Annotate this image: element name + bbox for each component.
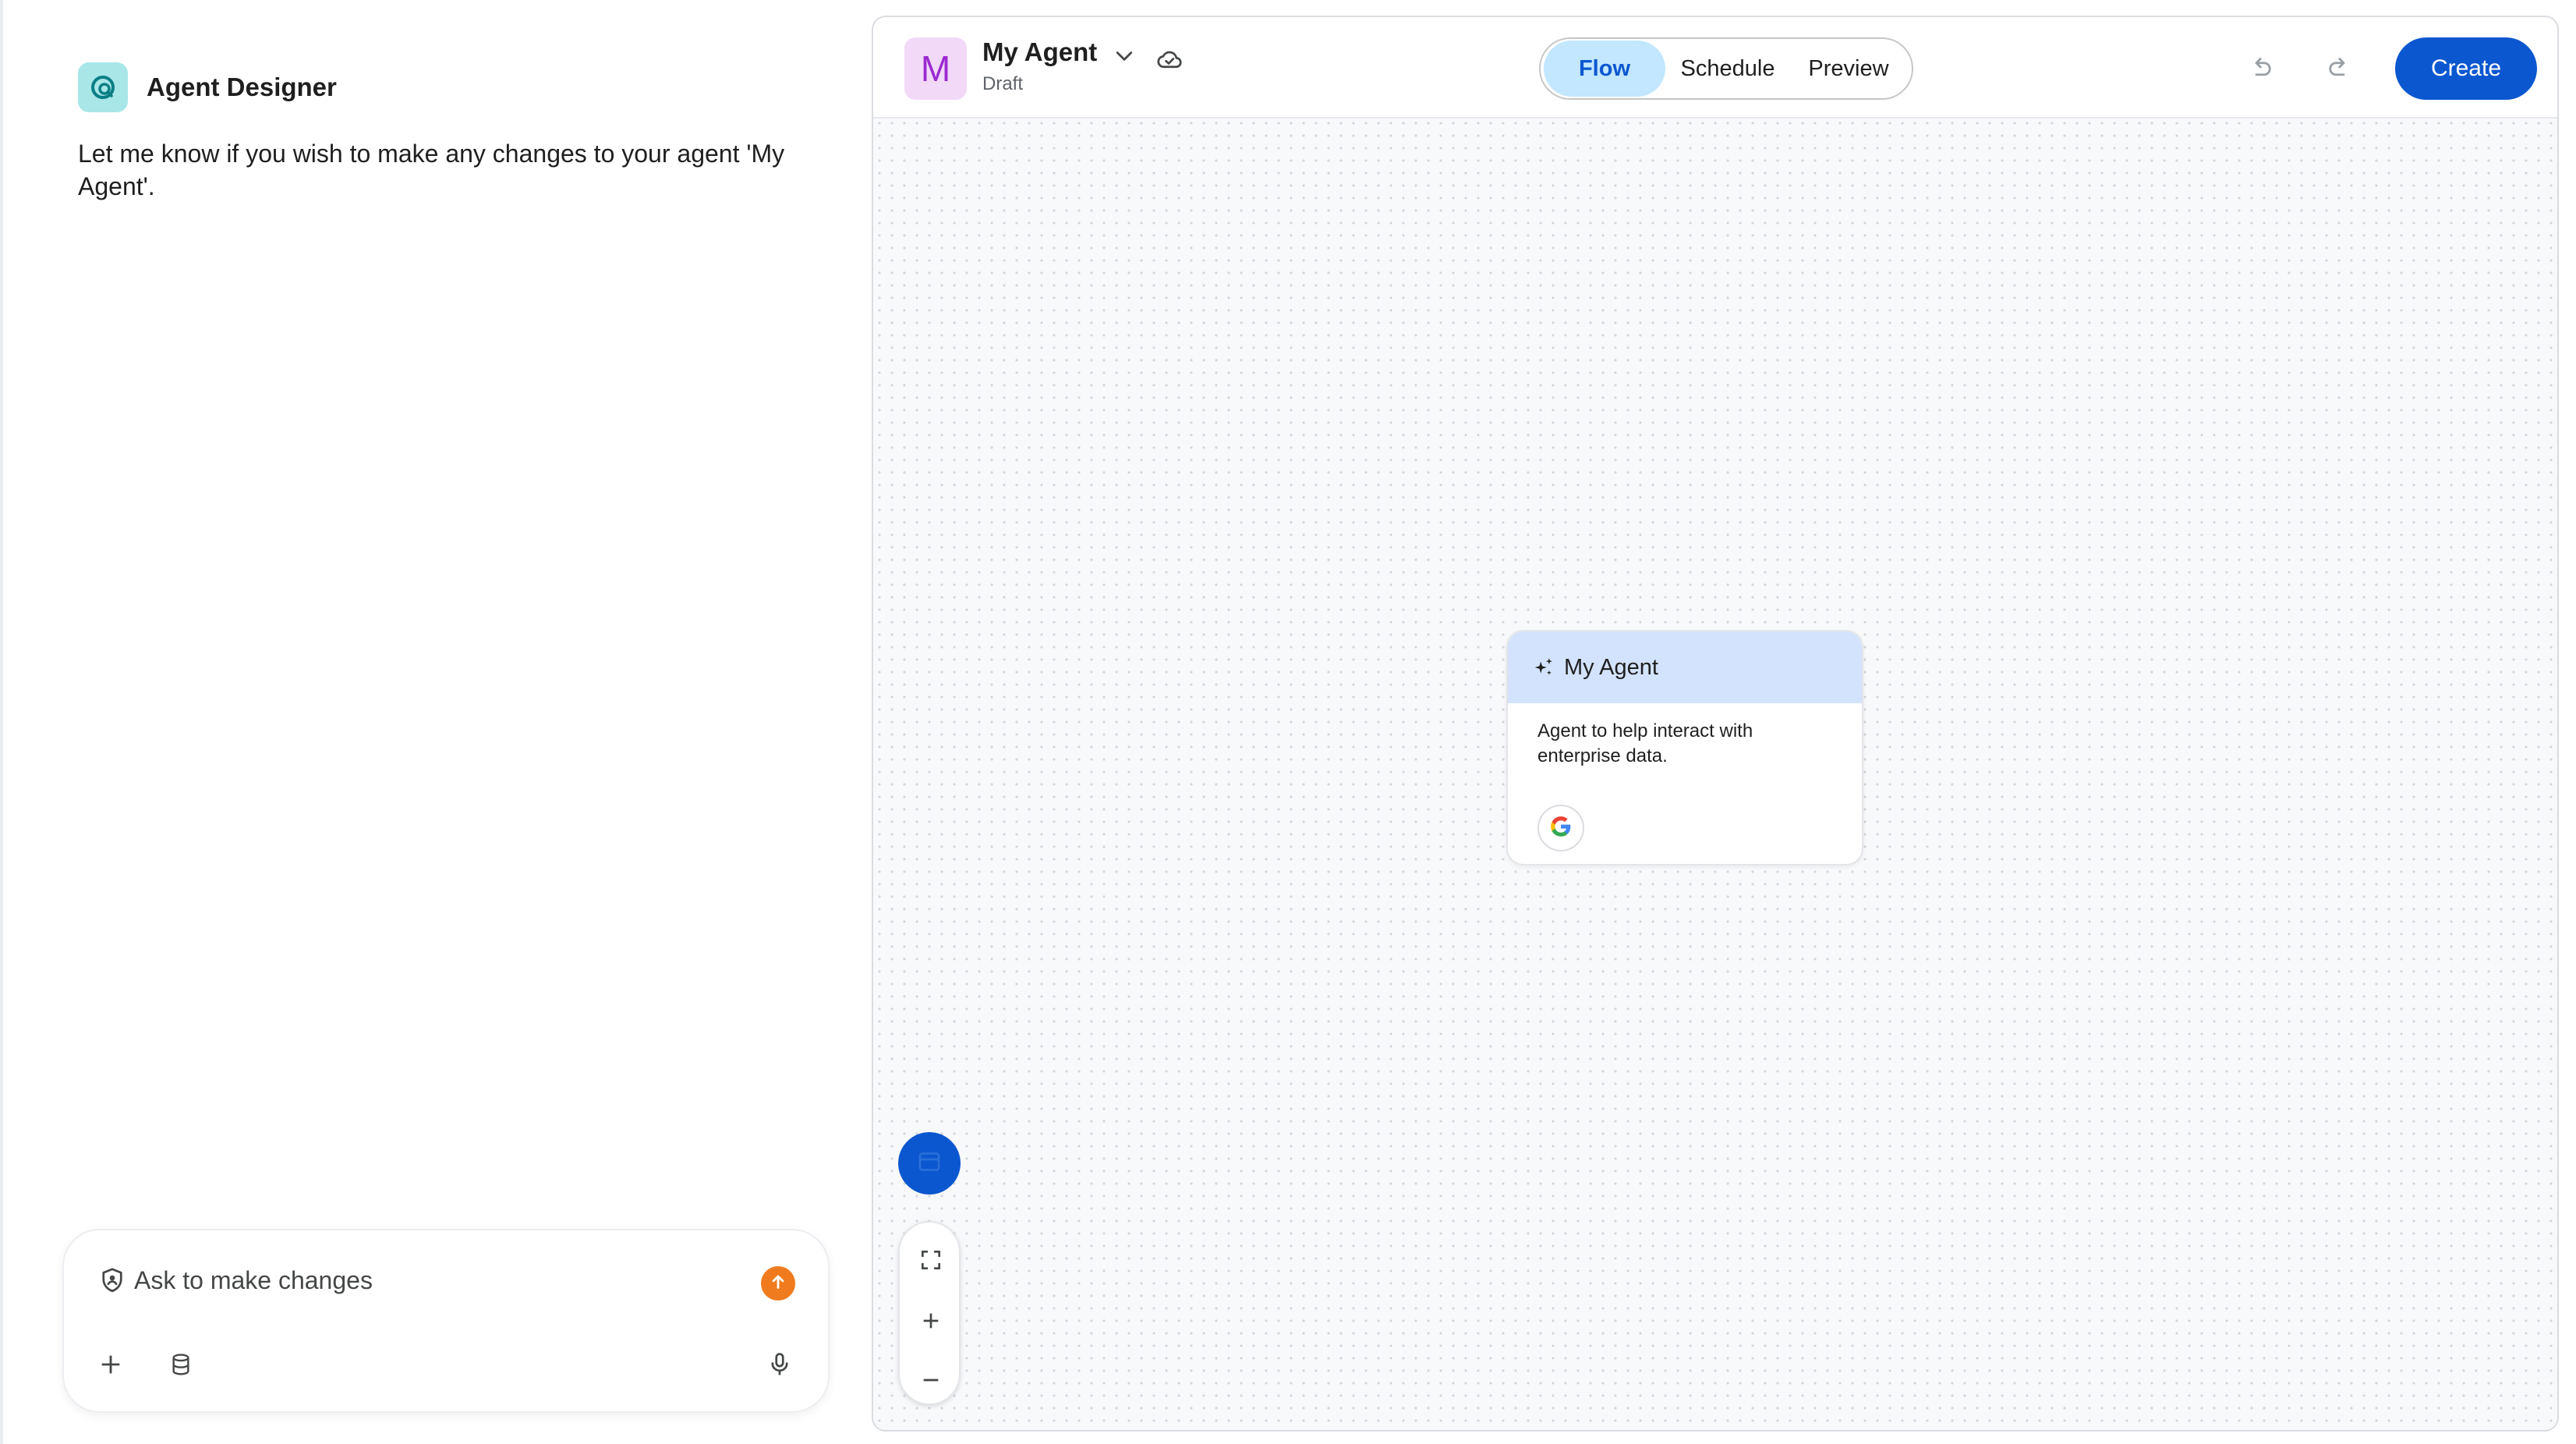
fullscreen-icon [918,1248,943,1276]
zoom-in-button[interactable] [914,1305,948,1340]
tab-flow[interactable]: Flow [1544,41,1665,97]
designer-panel: Agent Designer Let me know if you wish t… [0,0,867,1444]
agent-menu-button[interactable] [1109,42,1140,73]
create-button[interactable]: Create [2395,37,2537,100]
cloud-saved-icon[interactable] [1154,44,1185,75]
redo-button[interactable] [2322,51,2356,86]
shield-icon [98,1266,126,1294]
zoom-out-button[interactable] [914,1364,948,1399]
arrow-up-icon [768,1272,788,1296]
agent-node-title: My Agent [1564,654,1658,680]
agent-node-header: My Agent [1508,632,1862,703]
undo-button[interactable] [2244,51,2278,86]
chevron-down-icon [1113,44,1136,72]
sparkle-icon [1531,655,1556,680]
canvas-toolbar: M My Agent Draft Flow Schedule Preview C… [873,17,2557,119]
voice-input-button[interactable] [761,1347,798,1385]
app-root: Agent Designer Let me know if you wish t… [0,0,2576,1444]
flow-canvas-panel[interactable]: M My Agent Draft Flow Schedule Preview C… [872,16,2559,1432]
agent-node[interactable]: My Agent Agent to help interact with ent… [1506,630,1863,865]
zoom-controls [898,1221,961,1405]
agent-node-description: Agent to help interact with enterprise d… [1537,720,1753,766]
plus-icon [97,1351,124,1382]
agent-name[interactable]: My Agent [982,37,1097,67]
database-icon [168,1352,193,1381]
redo-icon [2325,53,2353,85]
chat-input[interactable] [134,1258,727,1302]
send-button[interactable] [761,1266,795,1301]
agent-designer-logo-icon [78,62,128,112]
google-icon [1550,816,1572,841]
canvas-action-button[interactable] [898,1132,961,1194]
minus-icon [918,1368,943,1396]
agent-status: Draft [982,73,1024,94]
undo-icon [2247,53,2275,85]
google-tool-chip[interactable] [1537,805,1584,851]
plus-icon [918,1308,943,1337]
designer-header: Agent Designer [78,62,337,112]
view-tabs: Flow Schedule Preview [1539,37,1913,100]
chat-composer [62,1229,830,1413]
fit-to-screen-button[interactable] [914,1244,948,1279]
tab-schedule[interactable]: Schedule [1665,41,1790,97]
agent-avatar: M [904,37,967,100]
tab-preview[interactable]: Preview [1790,41,1907,97]
add-attachment-button[interactable] [92,1347,129,1385]
data-source-button[interactable] [162,1347,200,1385]
assistant-message: Let me know if you wish to make any chan… [78,140,785,200]
designer-title: Agent Designer [147,73,337,101]
layout-icon [915,1148,943,1180]
mic-icon [766,1351,793,1382]
